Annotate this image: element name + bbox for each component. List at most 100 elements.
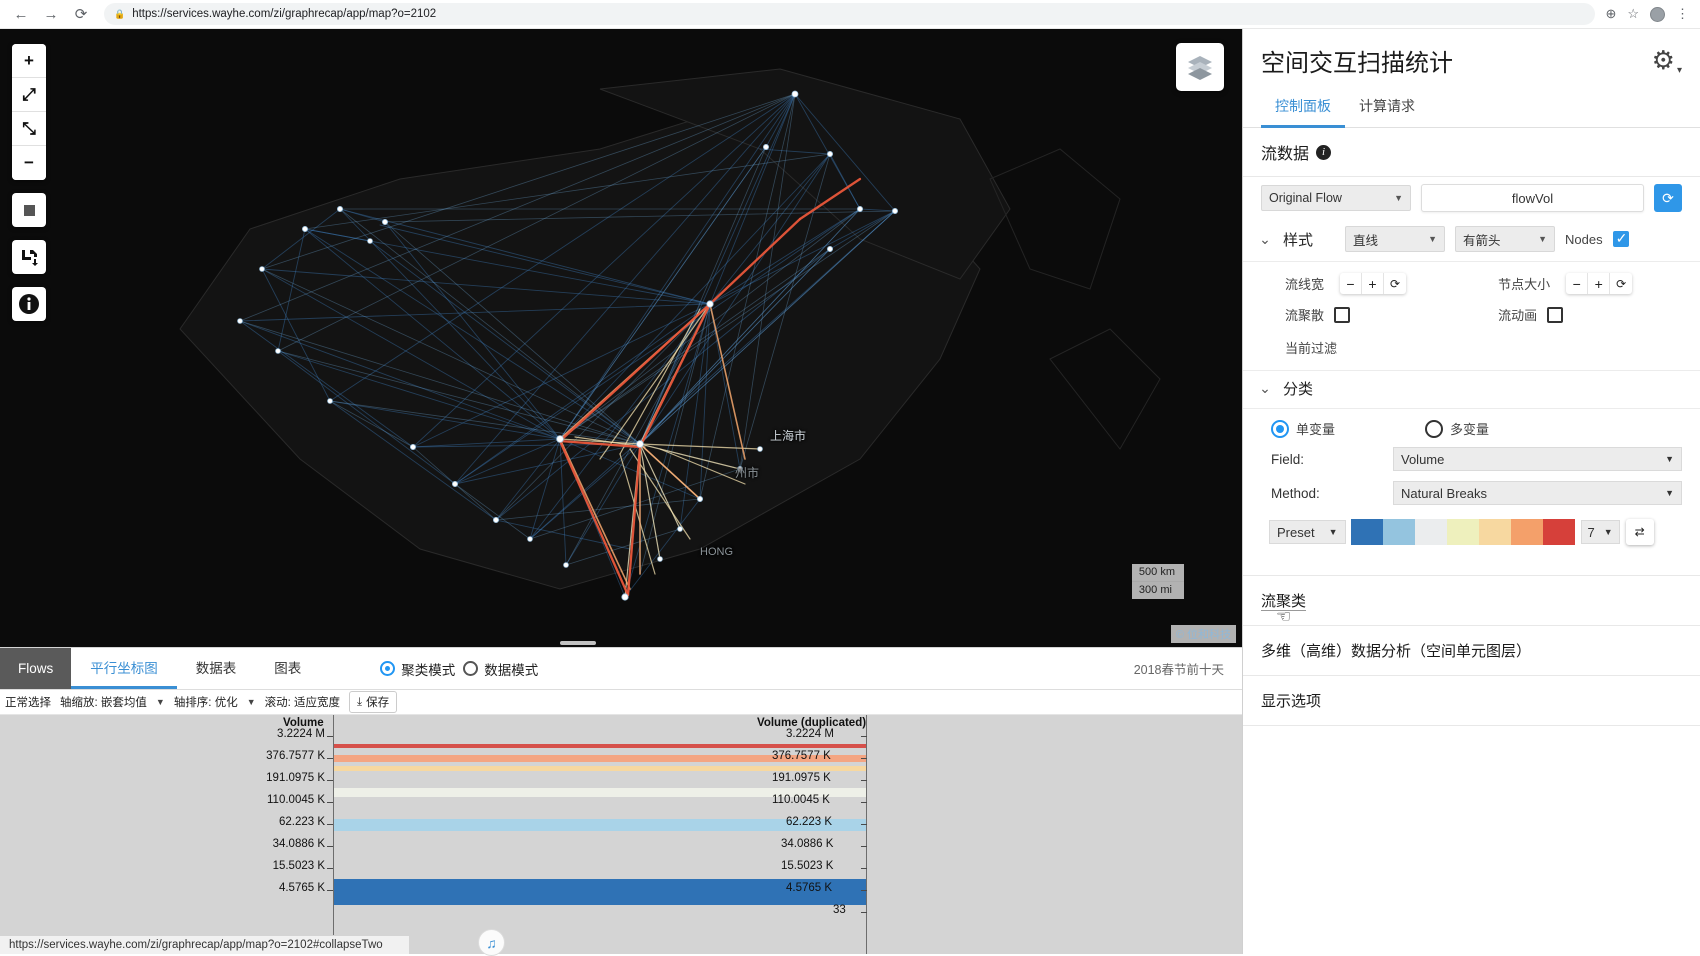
ramp-swatch-7[interactable] <box>1542 519 1575 545</box>
accordion-display-options[interactable]: 显示选项 <box>1243 676 1700 726</box>
chevron-down-icon: ▼ <box>1665 454 1674 464</box>
zoom-in-icon[interactable]: + <box>12 44 46 78</box>
address-bar[interactable]: 🔒 https://services.wayhe.com/zi/graphrec… <box>104 3 1596 25</box>
tab-data-table[interactable]: 数据表 <box>177 648 256 689</box>
media-indicator-icon[interactable]: ♫ <box>478 929 505 956</box>
axis-right[interactable] <box>866 715 867 954</box>
flow-field-input[interactable]: flowVol <box>1421 184 1644 212</box>
chevron-down-icon: ▾ <box>1676 65 1682 76</box>
avatar[interactable] <box>1650 6 1665 22</box>
flow-width-stepper[interactable]: − + ⟳ <box>1340 273 1407 294</box>
class-count-select[interactable]: 7 ▼ <box>1580 520 1620 544</box>
axis-right-tick: 34.0886 K <box>781 838 834 850</box>
ramp-swatch-4[interactable] <box>1446 519 1479 545</box>
back-icon[interactable]: ← <box>8 1 34 27</box>
flow-width-reset[interactable]: ⟳ <box>1384 273 1406 294</box>
section-flow-data[interactable]: 流数据 i <box>1243 128 1700 177</box>
arrow-type-select[interactable]: 有箭头 ▼ <box>1455 226 1555 252</box>
axis-left-tick: 110.0045 K <box>267 794 325 806</box>
chevron-down-icon: ▼ <box>1328 527 1338 537</box>
zoom-icon[interactable]: ⊕ <box>1605 6 1616 22</box>
chevron-down-icon[interactable]: ▼ <box>247 697 256 707</box>
radio-univariate[interactable] <box>1271 419 1289 438</box>
field-select[interactable]: Volume ▼ <box>1393 447 1682 471</box>
axis-left-tick: 62.223 K <box>278 816 325 828</box>
axis-right-tick: 110.0045 K <box>772 794 830 806</box>
animation-checkbox[interactable] <box>1547 306 1564 323</box>
tab-control-panel[interactable]: 控制面板 <box>1261 88 1345 128</box>
accordion-multidimensional-analysis[interactable]: 多维（高维）数据分析（空间单元图层） <box>1243 626 1700 676</box>
tick-mark <box>327 846 333 847</box>
flow-field-value: flowVol <box>1511 190 1554 206</box>
map-attribution[interactable]: © 位和科技 <box>1170 625 1236 643</box>
parallel-coordinates-plot[interactable]: Volume Volume (duplicated) 3.2224 M 376.… <box>0 715 1242 954</box>
radio-data-mode-dot <box>463 661 479 676</box>
zoom-control-group: + ⤢ ⤡ − <box>12 44 46 180</box>
analysis-side-panel: 空间交互扫描统计 ⚙ ▾ 控制面板 计算请求 流数据 i Original Fl… <box>1242 29 1700 954</box>
ramp-swatch-1[interactable] <box>1350 519 1383 545</box>
accordion-multidimensional-analysis-label: 多维（高维）数据分析（空间单元图层） <box>1261 643 1532 660</box>
flow-width-minus[interactable]: − <box>1340 273 1363 294</box>
forward-icon[interactable]: → <box>38 1 64 27</box>
chevron-down-icon[interactable]: ⌄ <box>1257 231 1273 248</box>
ramp-swatch-6[interactable] <box>1510 519 1543 545</box>
layers-icon[interactable] <box>1176 43 1224 91</box>
refresh-icon[interactable]: ⟳ <box>1654 184 1682 212</box>
nodes-checkbox[interactable] <box>1612 230 1629 247</box>
line-type-select[interactable]: 直线 ▼ <box>1345 226 1445 252</box>
ramp-swatch-5[interactable] <box>1478 519 1511 545</box>
flow-width-plus[interactable]: + <box>1362 273 1385 294</box>
save-button-label: 保存 <box>366 697 390 709</box>
flow-source-select[interactable]: Original Flow ▼ <box>1261 185 1411 211</box>
fit-extent-icon[interactable]: ⤢ <box>12 78 46 112</box>
zoom-out-icon[interactable]: − <box>12 146 46 180</box>
tab-parallel-coordinates[interactable]: 平行坐标图 <box>71 648 177 689</box>
ramp-flip-icon[interactable]: ⇄ <box>1625 519 1654 545</box>
chevron-down-icon[interactable]: ▼ <box>156 697 165 707</box>
axis-left[interactable] <box>333 715 334 954</box>
color-ramp[interactable] <box>1350 519 1575 545</box>
radio-cluster-mode-label: 聚类模式 <box>401 662 456 678</box>
pan-resize-icon[interactable]: ⤡ <box>12 112 46 146</box>
date-range-label: 2018春节前十天 <box>1133 663 1224 677</box>
reload-icon[interactable]: ⟳ <box>68 1 94 27</box>
accordion-flow-clustering[interactable]: 流聚类 <box>1243 575 1700 626</box>
chevron-down-icon[interactable]: ⌄ <box>1257 380 1273 397</box>
map-pane[interactable]: 上海市 州市 HONG + ⤢ ⤡ − 500 km 300 mi © 位和科技 <box>0 29 1242 647</box>
tick-mark <box>861 868 867 869</box>
method-select[interactable]: Natural Breaks ▼ <box>1393 481 1682 505</box>
save-button[interactable]: ⤓ 保存 <box>349 691 398 713</box>
ramp-swatch-3[interactable] <box>1414 519 1447 545</box>
chrome-menu-icon[interactable]: ⋮ <box>1676 6 1689 22</box>
axis-scale-select[interactable]: 轴缩放: 嵌套均值 <box>60 694 147 710</box>
selection-mode-label[interactable]: 正常选择 <box>5 694 51 710</box>
radio-cluster-mode[interactable]: 聚类模式 <box>380 659 455 679</box>
axis-order-select[interactable]: 轴排序: 优化 <box>174 694 238 710</box>
save-map-icon[interactable] <box>12 240 46 274</box>
map-controls: + ⤢ ⤡ − <box>12 44 46 321</box>
radio-multivariate[interactable] <box>1425 419 1444 438</box>
flows-chip[interactable]: Flows <box>0 648 72 689</box>
chevron-down-icon: ▼ <box>1665 488 1674 498</box>
node-size-stepper[interactable]: − + ⟳ <box>1566 273 1633 294</box>
ramp-preset-select[interactable]: Preset ▼ <box>1269 520 1346 544</box>
tick-mark <box>861 912 867 913</box>
bundling-checkbox[interactable] <box>1334 306 1351 323</box>
tab-compute-request[interactable]: 计算请求 <box>1345 88 1429 128</box>
tick-mark <box>861 780 867 781</box>
info-tool-icon[interactable] <box>12 287 46 321</box>
scroll-mode-label[interactable]: 滚动: 适应宽度 <box>265 694 340 710</box>
stop-tool-icon[interactable] <box>12 193 46 227</box>
tab-charts[interactable]: 图表 <box>255 648 320 689</box>
settings-gear-icon[interactable]: ⚙ ▾ <box>1652 45 1682 76</box>
pane-resizer[interactable] <box>560 641 596 645</box>
node-size-minus[interactable]: − <box>1566 273 1589 294</box>
axis-right-tick: 4.5765 K <box>786 882 833 894</box>
node-size-reset[interactable]: ⟳ <box>1610 273 1632 294</box>
node-size-plus[interactable]: + <box>1588 273 1611 294</box>
radio-data-mode[interactable]: 数据模式 <box>463 659 538 679</box>
info-icon[interactable]: i <box>1316 144 1332 160</box>
bookmark-star-icon[interactable]: ☆ <box>1627 6 1639 22</box>
ramp-swatch-2[interactable] <box>1382 519 1415 545</box>
axis-left-tick: 34.0886 K <box>272 838 325 850</box>
